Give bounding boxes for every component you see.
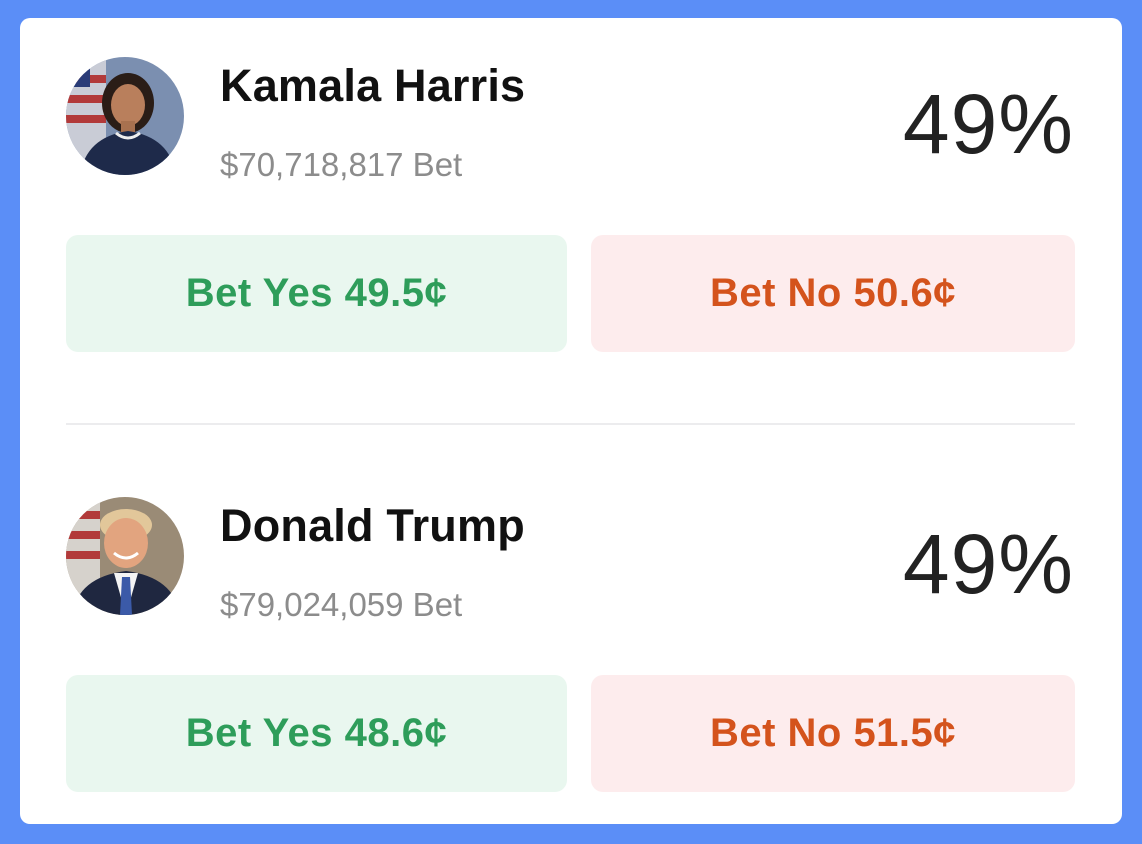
bet-volume: $79,024,059 Bet: [220, 586, 463, 623]
win-probability: 49%: [902, 517, 1074, 611]
bet-no-button[interactable]: Bet No 51.5¢: [591, 675, 1075, 792]
bet-yes-button[interactable]: Bet Yes 48.6¢: [66, 675, 567, 792]
candidate-name: Kamala Harris: [220, 60, 526, 111]
candidate-row-trump: Donald Trump $79,024,059 Bet 49% Bet Yes…: [20, 458, 1122, 798]
bet-yes-button[interactable]: Bet Yes 49.5¢: [66, 235, 567, 352]
candidate-row-harris: Kamala Harris $70,718,817 Bet 49% Bet Ye…: [20, 18, 1122, 358]
bet-volume: $70,718,817 Bet: [220, 146, 463, 183]
avatar-harris: [66, 57, 184, 175]
avatar-trump: [66, 497, 184, 615]
bet-no-button[interactable]: Bet No 50.6¢: [591, 235, 1075, 352]
candidate-name: Donald Trump: [220, 500, 525, 551]
divider: [66, 423, 1075, 425]
market-card: Kamala Harris $70,718,817 Bet 49% Bet Ye…: [20, 18, 1122, 824]
win-probability: 49%: [902, 77, 1074, 171]
